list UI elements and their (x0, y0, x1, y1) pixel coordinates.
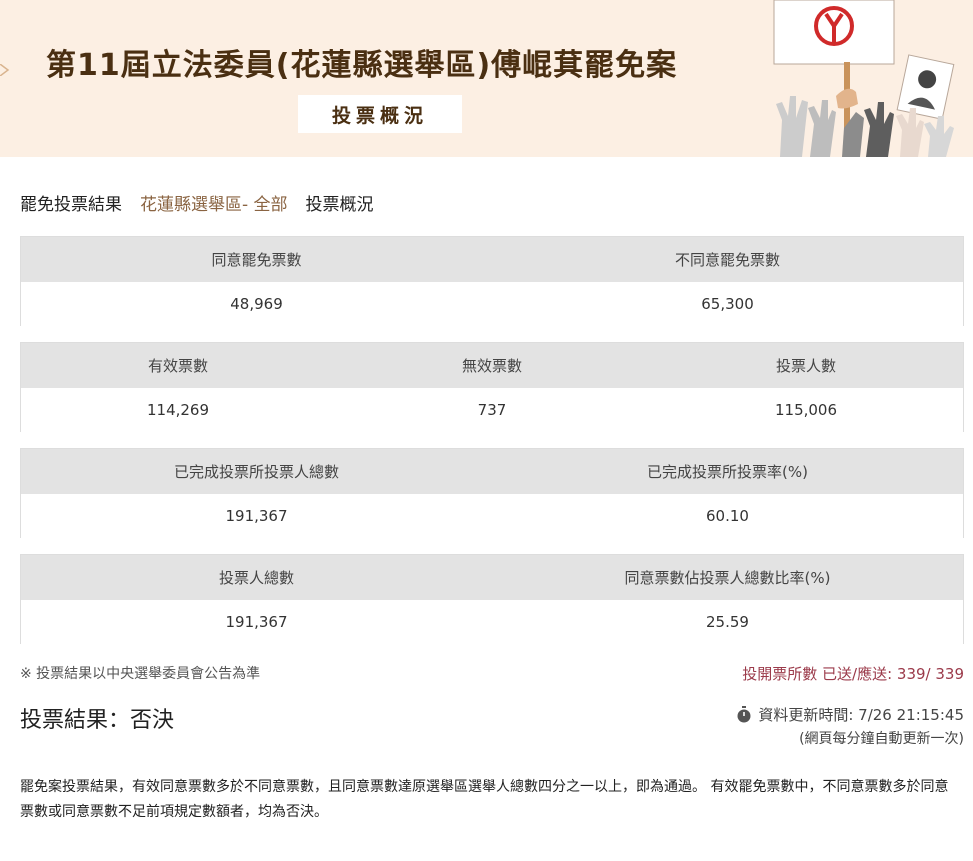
completed-turnout-value: 60.10 (706, 507, 749, 525)
invalid-ballots-label: 無效票數 (461, 357, 522, 375)
breadcrumb: 罷免投票結果 花蓮縣選舉區- 全部 投票概況 (20, 190, 374, 215)
disagree-votes-label: 不同意罷免票數 (674, 251, 780, 269)
vote-count-table: 同意罷免票數 不同意罷免票數 48,969 65,300 (20, 236, 964, 326)
page-title: 第11屆立法委員(花蓮縣選舉區)傅崐萁罷免案 (46, 48, 678, 83)
breadcrumb-overview[interactable]: 投票概況 (306, 190, 374, 215)
total-electorate-value: 191,367 (225, 613, 288, 631)
station-progress: 投開票所數 已送/應送: 339/ 339 (742, 665, 964, 683)
invalid-ballots-value: 737 (477, 401, 507, 419)
agree-votes-value: 48,969 (230, 295, 283, 313)
agree-ratio-label: 同意票數佔投票人總數比率(%) (624, 569, 831, 587)
ballot-count-table: 有效票數 無效票數 投票人數 114,269 737 115,006 (20, 342, 964, 432)
auto-refresh-note: (網頁每分鐘自動更新一次) (799, 731, 964, 747)
disclaimer-note: ※ 投票結果以中央選舉委員會公告為準 (20, 666, 261, 682)
valid-ballots-label: 有效票數 (147, 357, 208, 375)
agree-ratio-value: 25.59 (706, 613, 749, 631)
completed-electorate-label: 已完成投票所投票人總數 (173, 463, 339, 481)
banner-corner-mark (0, 64, 10, 76)
stopwatch-icon (737, 706, 751, 723)
voters-value: 115,006 (774, 401, 838, 419)
breadcrumb-district[interactable]: 花蓮縣選舉區- 全部 (140, 190, 288, 215)
completed-electorate-value: 191,367 (225, 507, 288, 525)
breadcrumb-result[interactable]: 罷免投票結果 (20, 190, 122, 215)
update-time-text: 資料更新時間: 7/26 21:15:45 (758, 706, 964, 724)
completed-stations-table: 已完成投票所投票人總數 已完成投票所投票率(%) 191,367 60.10 (20, 448, 964, 538)
completed-turnout-label: 已完成投票所投票率(%) (647, 463, 808, 481)
total-electorate-label: 投票人總數 (218, 569, 294, 587)
update-time: 資料更新時間: 7/26 21:15:45 (736, 704, 964, 725)
page-subtitle: 投票概況 (298, 95, 462, 133)
recall-rule-text: 罷免案投票結果，有效同意票數多於不同意票數，且同意票數達原選舉區選舉人總數四分之… (20, 779, 949, 820)
valid-ballots-value: 114,269 (146, 401, 210, 419)
page-banner: 第11屆立法委員(花蓮縣選舉區)傅崐萁罷免案 投票概況 (0, 0, 973, 157)
disagree-votes-value: 65,300 (701, 295, 754, 313)
agree-votes-label: 同意罷免票數 (211, 251, 302, 269)
vote-result: 投票結果：否決 (20, 708, 175, 733)
protest-crowd-illustration (773, 0, 955, 157)
overall-ratio-table: 投票人總數 同意票數佔投票人總數比率(%) 191,367 25.59 (20, 554, 964, 644)
voters-label: 投票人數 (775, 357, 836, 375)
